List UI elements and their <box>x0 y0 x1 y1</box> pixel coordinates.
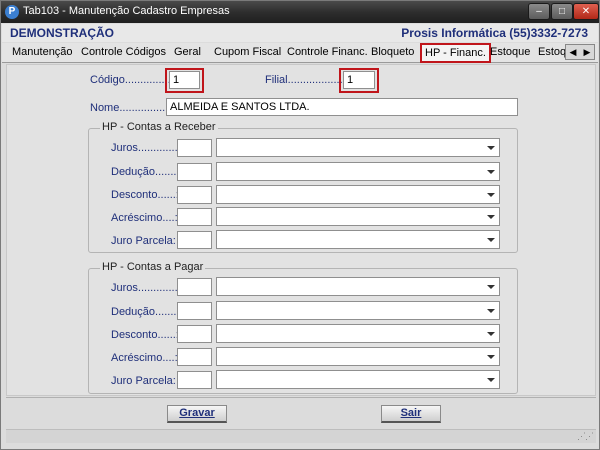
tab-scroll-arrows: ◀ ▶ <box>565 44 595 60</box>
chevron-down-icon <box>487 238 495 242</box>
vendor-label: Prosis Informática (55)3332-7273 <box>401 26 588 40</box>
hp-financ-panel: Código...............: 1 Filial.........… <box>6 64 596 396</box>
chevron-down-icon <box>487 285 495 289</box>
chevron-down-icon <box>487 378 495 382</box>
sair-button[interactable]: Sair <box>381 405 441 423</box>
contas-pagar-title: HP - Contas a Pagar <box>100 261 206 273</box>
pagar-desconto-label: Desconto......: <box>111 329 179 341</box>
scroll-left-icon[interactable]: ◀ <box>566 45 580 59</box>
pagar-juro-parcela-label: Juro Parcela: <box>111 375 176 387</box>
receber-desconto-label: Desconto......: <box>111 189 179 201</box>
tab-controle-codigos[interactable]: Controle Códigos <box>81 46 166 58</box>
status-bar: ⋰⋰ <box>6 429 596 443</box>
pagar-deducao-combo[interactable] <box>216 301 500 320</box>
main-window: P Tab103 - Manutenção Cadastro Empresas … <box>0 0 600 450</box>
receber-acrescimo-field[interactable] <box>177 208 212 226</box>
tab-bloqueto[interactable]: Bloqueto <box>371 46 414 58</box>
chevron-down-icon <box>487 309 495 313</box>
title-bar[interactable]: P Tab103 - Manutenção Cadastro Empresas … <box>1 1 599 23</box>
chevron-down-icon <box>487 215 495 219</box>
pagar-acrescimo-label: Acréscimo....: <box>111 352 178 364</box>
tab-controle-financ[interactable]: Controle Financ. <box>287 46 368 58</box>
tab-estoq-partial[interactable]: Estoq <box>538 46 566 58</box>
chevron-down-icon <box>487 332 495 336</box>
receber-deducao-combo[interactable] <box>216 162 500 181</box>
pagar-desconto-field[interactable] <box>177 325 212 343</box>
resize-grip-icon[interactable]: ⋰⋰ <box>577 431 594 442</box>
receber-juros-label: Juros..............: <box>111 142 184 154</box>
receber-juro-parcela-label: Juro Parcela: <box>111 235 176 247</box>
pagar-juro-parcela-combo[interactable] <box>216 370 500 389</box>
pagar-deducao-field[interactable] <box>177 302 212 320</box>
minimize-button[interactable]: – <box>528 3 550 20</box>
filial-field[interactable]: 1 <box>343 71 375 89</box>
close-button[interactable]: ✕ <box>573 3 599 20</box>
receber-desconto-combo[interactable] <box>216 185 500 204</box>
tab-hp-financ[interactable]: HP - Financ. <box>420 43 491 63</box>
pagar-acrescimo-combo[interactable] <box>216 347 500 366</box>
tab-geral[interactable]: Geral <box>174 46 201 58</box>
pagar-acrescimo-field[interactable] <box>177 348 212 366</box>
pagar-juros-combo[interactable] <box>216 277 500 296</box>
footer-divider <box>6 397 596 398</box>
receber-deducao-label: Dedução.......: <box>111 166 180 178</box>
tab-estoque[interactable]: Estoque <box>490 46 530 58</box>
receber-juro-parcela-field[interactable] <box>177 231 212 249</box>
scroll-right-icon[interactable]: ▶ <box>580 45 594 59</box>
chevron-down-icon <box>487 146 495 150</box>
receber-juros-field[interactable] <box>177 139 212 157</box>
tab-manutencao[interactable]: Manutenção <box>12 46 73 58</box>
receber-deducao-field[interactable] <box>177 163 212 181</box>
pagar-juros-field[interactable] <box>177 278 212 296</box>
app-icon: P <box>5 5 19 19</box>
company-header: DEMONSTRAÇÃO Prosis Informática (55)3332… <box>2 24 598 42</box>
mode-label: DEMONSTRAÇÃO <box>10 26 114 40</box>
chevron-down-icon <box>487 355 495 359</box>
filial-label: Filial...................: <box>265 74 349 86</box>
receber-acrescimo-combo[interactable] <box>216 207 500 226</box>
window-title: Tab103 - Manutenção Cadastro Empresas <box>23 5 230 17</box>
gravar-button[interactable]: Gravar <box>167 405 227 423</box>
codigo-label: Código...............: <box>90 74 174 86</box>
receber-juro-parcela-combo[interactable] <box>216 230 500 249</box>
receber-desconto-field[interactable] <box>177 186 212 204</box>
pagar-juros-label: Juros..............: <box>111 282 184 294</box>
receber-acrescimo-label: Acréscimo....: <box>111 212 178 224</box>
pagar-desconto-combo[interactable] <box>216 324 500 343</box>
tab-bar: Manutenção Controle Códigos Geral Cupom … <box>2 43 598 63</box>
receber-juros-combo[interactable] <box>216 138 500 157</box>
nome-label: Nome...............: <box>90 102 169 114</box>
contas-receber-title: HP - Contas a Receber <box>100 121 218 133</box>
codigo-field[interactable]: 1 <box>169 71 200 89</box>
pagar-deducao-label: Dedução.......: <box>111 306 180 318</box>
chevron-down-icon <box>487 193 495 197</box>
chevron-down-icon <box>487 170 495 174</box>
maximize-button[interactable]: □ <box>551 3 573 20</box>
tab-cupom-fiscal[interactable]: Cupom Fiscal <box>214 46 281 58</box>
pagar-juro-parcela-field[interactable] <box>177 371 212 389</box>
nome-field[interactable]: ALMEIDA E SANTOS LTDA. <box>166 98 518 116</box>
